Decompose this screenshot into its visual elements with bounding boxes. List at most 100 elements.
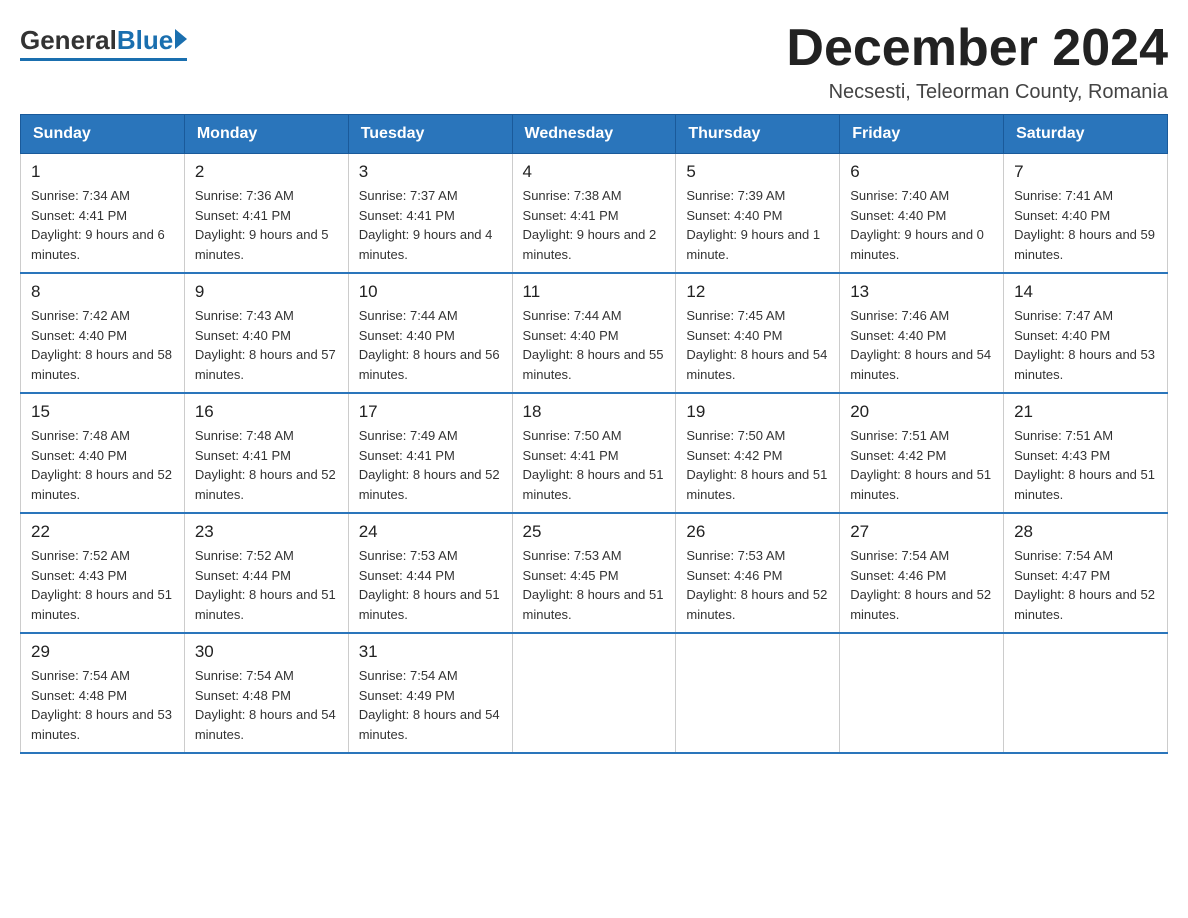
day-info: Sunrise: 7:45 AMSunset: 4:40 PMDaylight:… (686, 306, 829, 384)
day-number: 12 (686, 282, 829, 302)
calendar-week-row: 29Sunrise: 7:54 AMSunset: 4:48 PMDayligh… (21, 633, 1168, 753)
month-title: December 2024 (786, 20, 1168, 77)
day-info: Sunrise: 7:50 AMSunset: 4:41 PMDaylight:… (523, 426, 666, 504)
logo: General Blue (20, 20, 187, 61)
logo-blue-text: Blue (117, 25, 173, 56)
logo-general-text: General (20, 25, 117, 56)
calendar-week-row: 22Sunrise: 7:52 AMSunset: 4:43 PMDayligh… (21, 513, 1168, 633)
calendar-table: SundayMondayTuesdayWednesdayThursdayFrid… (20, 114, 1168, 754)
day-info: Sunrise: 7:48 AMSunset: 4:40 PMDaylight:… (31, 426, 174, 504)
calendar-cell: 20Sunrise: 7:51 AMSunset: 4:42 PMDayligh… (840, 393, 1004, 513)
calendar-cell: 14 Sunrise: 7:47 AMSunset: 4:40 PMDayligh… (1004, 273, 1168, 393)
calendar-header-sunday: Sunday (21, 115, 185, 154)
title-section: December 2024 Necsesti, Teleorman County… (786, 20, 1168, 104)
calendar-cell: 12 Sunrise: 7:45 AMSunset: 4:40 PMDayligh… (676, 273, 840, 393)
day-info: Sunrise: 7:37 AMSunset: 4:41 PMDaylight:… (359, 186, 502, 264)
day-number: 17 (359, 402, 502, 422)
calendar-cell: 26 Sunrise: 7:53 AMSunset: 4:46 PMDayligh… (676, 513, 840, 633)
day-number: 10 (359, 282, 502, 302)
day-number: 22 (31, 522, 174, 542)
calendar-header-saturday: Saturday (1004, 115, 1168, 154)
calendar-week-row: 1 Sunrise: 7:34 AMSunset: 4:41 PMDaylight… (21, 154, 1168, 274)
calendar-cell: 4 Sunrise: 7:38 AMSunset: 4:41 PMDaylight… (512, 154, 676, 274)
day-number: 4 (523, 162, 666, 182)
calendar-header-row: SundayMondayTuesdayWednesdayThursdayFrid… (21, 115, 1168, 154)
calendar-cell: 8Sunrise: 7:42 AMSunset: 4:40 PMDaylight… (21, 273, 185, 393)
day-info: Sunrise: 7:51 AMSunset: 4:42 PMDaylight:… (850, 426, 993, 504)
calendar-header-friday: Friday (840, 115, 1004, 154)
calendar-cell: 18 Sunrise: 7:50 AMSunset: 4:41 PMDayligh… (512, 393, 676, 513)
calendar-cell: 9Sunrise: 7:43 AMSunset: 4:40 PMDaylight… (184, 273, 348, 393)
day-number: 16 (195, 402, 338, 422)
day-info: Sunrise: 7:54 AMSunset: 4:47 PMDaylight:… (1014, 546, 1157, 624)
day-number: 9 (195, 282, 338, 302)
calendar-cell (512, 633, 676, 753)
calendar-cell: 24Sunrise: 7:53 AMSunset: 4:44 PMDayligh… (348, 513, 512, 633)
day-number: 13 (850, 282, 993, 302)
calendar-cell: 28 Sunrise: 7:54 AMSunset: 4:47 PMDayligh… (1004, 513, 1168, 633)
calendar-cell: 7Sunrise: 7:41 AMSunset: 4:40 PMDaylight… (1004, 154, 1168, 274)
calendar-header-tuesday: Tuesday (348, 115, 512, 154)
day-info: Sunrise: 7:54 AMSunset: 4:49 PMDaylight:… (359, 666, 502, 744)
calendar-cell: 17 Sunrise: 7:49 AMSunset: 4:41 PMDayligh… (348, 393, 512, 513)
calendar-cell: 30 Sunrise: 7:54 AMSunset: 4:48 PMDayligh… (184, 633, 348, 753)
day-info: Sunrise: 7:52 AMSunset: 4:44 PMDaylight:… (195, 546, 338, 624)
day-info: Sunrise: 7:53 AMSunset: 4:46 PMDaylight:… (686, 546, 829, 624)
calendar-cell: 5 Sunrise: 7:39 AMSunset: 4:40 PMDaylight… (676, 154, 840, 274)
day-number: 26 (686, 522, 829, 542)
calendar-header-thursday: Thursday (676, 115, 840, 154)
day-info: Sunrise: 7:34 AMSunset: 4:41 PMDaylight:… (31, 186, 174, 264)
calendar-cell: 25 Sunrise: 7:53 AMSunset: 4:45 PMDayligh… (512, 513, 676, 633)
calendar-cell: 16Sunrise: 7:48 AMSunset: 4:41 PMDayligh… (184, 393, 348, 513)
calendar-cell: 19Sunrise: 7:50 AMSunset: 4:42 PMDayligh… (676, 393, 840, 513)
day-number: 31 (359, 642, 502, 662)
day-info: Sunrise: 7:54 AMSunset: 4:48 PMDaylight:… (195, 666, 338, 744)
day-number: 11 (523, 282, 666, 302)
day-info: Sunrise: 7:53 AMSunset: 4:44 PMDaylight:… (359, 546, 502, 624)
day-info: Sunrise: 7:54 AMSunset: 4:48 PMDaylight:… (31, 666, 174, 744)
day-number: 15 (31, 402, 174, 422)
day-number: 27 (850, 522, 993, 542)
calendar-cell (840, 633, 1004, 753)
calendar-header-monday: Monday (184, 115, 348, 154)
day-info: Sunrise: 7:44 AMSunset: 4:40 PMDaylight:… (359, 306, 502, 384)
day-number: 30 (195, 642, 338, 662)
day-info: Sunrise: 7:51 AMSunset: 4:43 PMDaylight:… (1014, 426, 1157, 504)
day-info: Sunrise: 7:39 AMSunset: 4:40 PMDaylight:… (686, 186, 829, 264)
calendar-cell: 15 Sunrise: 7:48 AMSunset: 4:40 PMDayligh… (21, 393, 185, 513)
calendar-cell: 6 Sunrise: 7:40 AMSunset: 4:40 PMDaylight… (840, 154, 1004, 274)
day-number: 21 (1014, 402, 1157, 422)
calendar-cell: 27Sunrise: 7:54 AMSunset: 4:46 PMDayligh… (840, 513, 1004, 633)
day-info: Sunrise: 7:53 AMSunset: 4:45 PMDaylight:… (523, 546, 666, 624)
day-info: Sunrise: 7:42 AMSunset: 4:40 PMDaylight:… (31, 306, 174, 384)
location-text: Necsesti, Teleorman County, Romania (786, 81, 1168, 104)
day-number: 1 (31, 162, 174, 182)
calendar-cell: 29Sunrise: 7:54 AMSunset: 4:48 PMDayligh… (21, 633, 185, 753)
day-info: Sunrise: 7:38 AMSunset: 4:41 PMDaylight:… (523, 186, 666, 264)
day-number: 14 (1014, 282, 1157, 302)
calendar-cell: 10 Sunrise: 7:44 AMSunset: 4:40 PMDayligh… (348, 273, 512, 393)
day-number: 7 (1014, 162, 1157, 182)
day-info: Sunrise: 7:44 AMSunset: 4:40 PMDaylight:… (523, 306, 666, 384)
day-number: 6 (850, 162, 993, 182)
day-number: 18 (523, 402, 666, 422)
calendar-week-row: 15 Sunrise: 7:48 AMSunset: 4:40 PMDayligh… (21, 393, 1168, 513)
calendar-cell: 22Sunrise: 7:52 AMSunset: 4:43 PMDayligh… (21, 513, 185, 633)
logo-arrow-icon (175, 29, 187, 49)
calendar-cell: 11 Sunrise: 7:44 AMSunset: 4:40 PMDayligh… (512, 273, 676, 393)
day-info: Sunrise: 7:49 AMSunset: 4:41 PMDaylight:… (359, 426, 502, 504)
day-number: 25 (523, 522, 666, 542)
calendar-cell: 13 Sunrise: 7:46 AMSunset: 4:40 PMDayligh… (840, 273, 1004, 393)
logo-underline (20, 58, 187, 61)
calendar-week-row: 8Sunrise: 7:42 AMSunset: 4:40 PMDaylight… (21, 273, 1168, 393)
day-info: Sunrise: 7:40 AMSunset: 4:40 PMDaylight:… (850, 186, 993, 264)
calendar-cell: 1 Sunrise: 7:34 AMSunset: 4:41 PMDaylight… (21, 154, 185, 274)
calendar-cell: 21 Sunrise: 7:51 AMSunset: 4:43 PMDayligh… (1004, 393, 1168, 513)
day-number: 5 (686, 162, 829, 182)
day-info: Sunrise: 7:46 AMSunset: 4:40 PMDaylight:… (850, 306, 993, 384)
calendar-cell (1004, 633, 1168, 753)
day-number: 28 (1014, 522, 1157, 542)
calendar-cell: 23Sunrise: 7:52 AMSunset: 4:44 PMDayligh… (184, 513, 348, 633)
day-info: Sunrise: 7:47 AMSunset: 4:40 PMDaylight:… (1014, 306, 1157, 384)
page-header: General Blue December 2024 Necsesti, Tel… (20, 20, 1168, 104)
